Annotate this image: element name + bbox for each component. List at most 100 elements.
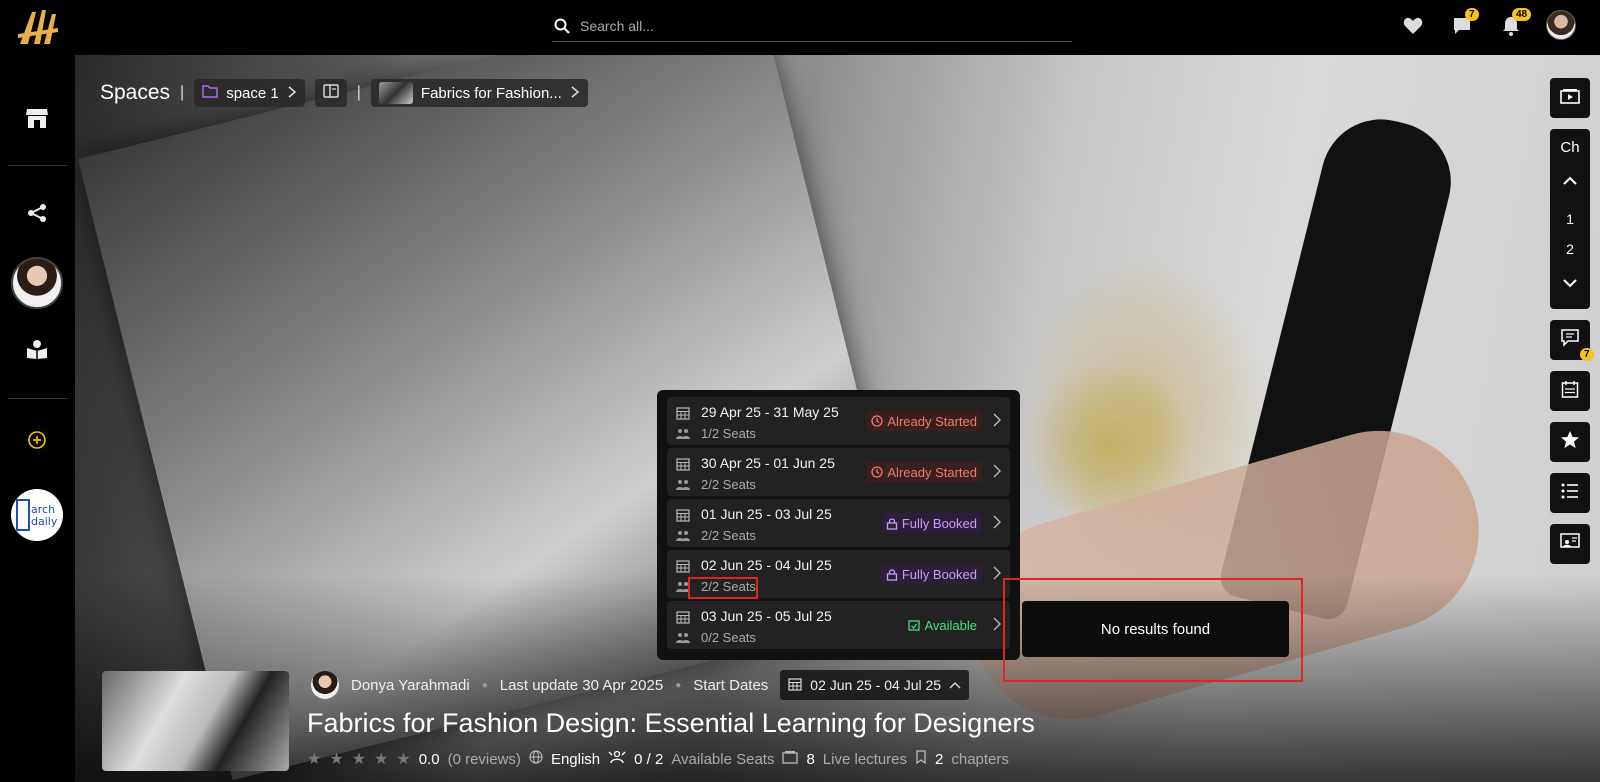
- rating-star-icon: ★: [307, 751, 322, 768]
- start-dates-dropdown: 29 Apr 25 - 31 May 25 1/2 Seats Already …: [657, 390, 1020, 660]
- clock-icon: [871, 415, 884, 427]
- chevron-right-icon: [990, 566, 1004, 580]
- breadcrumb-course-chip[interactable]: Fabrics for Fashion...: [370, 79, 588, 107]
- course-meta-row: Donya Yarahmadi ● Last update 30 Apr 202…: [311, 670, 970, 700]
- meta-separator: ●: [481, 679, 488, 691]
- list-view-button[interactable]: [1550, 473, 1590, 513]
- app-logo[interactable]: [14, 4, 62, 52]
- breadcrumb-separator: |: [356, 84, 361, 101]
- breadcrumb-panel-toggle[interactable]: [314, 79, 347, 107]
- chevron-down-icon[interactable]: [1562, 275, 1578, 291]
- chapter-item[interactable]: 2: [1550, 241, 1590, 257]
- folder-icon: [202, 84, 218, 102]
- notifications-badge: 48: [1512, 8, 1532, 21]
- seats-people-icon: [676, 427, 690, 439]
- calendar-button[interactable]: [1550, 371, 1590, 411]
- archdaily-space-logo[interactable]: arch daily: [11, 489, 63, 541]
- start-date-select[interactable]: 02 Jun 25 - 04 Jul 25: [780, 670, 970, 700]
- chat-button[interactable]: 7: [1550, 320, 1594, 361]
- date-range: 03 Jun 25 - 05 Jul 25: [701, 608, 832, 624]
- app-root: 7 48 archdaily Spaces |: [0, 0, 1600, 782]
- chapter-item[interactable]: 1: [1550, 211, 1590, 227]
- no-results-message: No results found: [1022, 601, 1289, 657]
- breadcrumb-spaces-link[interactable]: Spaces: [100, 81, 170, 105]
- status-badge: Already Started: [866, 462, 982, 482]
- author-avatar[interactable]: [311, 671, 339, 699]
- chevron-right-icon: [570, 85, 580, 102]
- calendar-icon: [1561, 380, 1579, 403]
- calendar-icon: [788, 677, 802, 694]
- chat-icon: [1561, 328, 1579, 352]
- last-update: Last update 30 Apr 2025: [499, 676, 664, 694]
- seats-people-icon: [676, 529, 690, 541]
- chat-badge: 7: [1580, 348, 1594, 361]
- sidebar-divider: [8, 165, 68, 166]
- seat-count: 0/2 Seats: [701, 630, 756, 645]
- breadcrumb-separator: |: [180, 84, 185, 101]
- breadcrumb-space-chip[interactable]: space 1: [194, 79, 305, 107]
- chevron-up-icon: [949, 677, 961, 693]
- rating-star-icon: ★: [374, 751, 389, 768]
- calendar-icon: [676, 406, 690, 420]
- chevron-right-icon: [990, 464, 1004, 478]
- reviews-count[interactable]: (0 reviews): [448, 751, 521, 768]
- rating-star-icon: ★: [351, 751, 367, 768]
- clock-icon: [871, 466, 884, 478]
- seat-count: 2/2 Seats: [701, 477, 756, 492]
- chapters-label: Ch: [1560, 139, 1580, 156]
- calendar-check-icon: [908, 620, 921, 631]
- seats-people-icon: [676, 631, 690, 643]
- panel-layout-icon: [323, 84, 339, 102]
- search-bar[interactable]: [552, 10, 1072, 42]
- status-label: Already Started: [887, 413, 977, 429]
- share-icon[interactable]: [24, 200, 50, 226]
- messages-badge: 7: [1465, 8, 1479, 21]
- start-date-option[interactable]: 30 Apr 25 - 01 Jun 25 2/2 Seats Already …: [667, 448, 1010, 496]
- favorite-star-button[interactable]: [1550, 422, 1590, 462]
- svg-text:daily: daily: [31, 515, 58, 528]
- seat-count: 1/2 Seats: [701, 426, 756, 441]
- date-range: 30 Apr 25 - 01 Jun 25: [701, 455, 835, 471]
- start-date-option[interactable]: 01 Jun 25 - 03 Jul 25 2/2 Seats Fully Bo…: [667, 499, 1010, 547]
- status-label: Already Started: [887, 464, 977, 480]
- favorites-heart-icon[interactable]: [1401, 14, 1425, 38]
- sidebar-user-avatar[interactable]: [11, 257, 63, 309]
- courses-book-icon[interactable]: [24, 336, 50, 362]
- start-dates-label: Start Dates: [693, 676, 769, 694]
- lectures-count: 8: [806, 750, 815, 768]
- breadcrumb-space-label: space 1: [226, 84, 279, 102]
- notifications-bell-icon[interactable]: 48: [1499, 8, 1532, 38]
- messages-icon[interactable]: 7: [1450, 8, 1479, 38]
- video-icon: [1560, 88, 1580, 109]
- calendar-icon: [676, 508, 690, 522]
- chapter-navigator: Ch 1 2: [1550, 129, 1590, 309]
- date-range: 29 Apr 25 - 31 May 25: [701, 404, 839, 420]
- store-icon[interactable]: [24, 105, 50, 131]
- start-date-option[interactable]: 03 Jun 25 - 05 Jul 25 0/2 Seats Availabl…: [667, 601, 1010, 649]
- rating-star-icon: ★: [329, 751, 344, 768]
- instructor-button[interactable]: [1550, 524, 1590, 564]
- chevron-right-icon: [287, 85, 297, 102]
- user-avatar[interactable]: [1546, 10, 1576, 40]
- bookmark-icon: [915, 750, 927, 768]
- chevron-up-icon[interactable]: [1562, 173, 1578, 189]
- meta-separator: ●: [675, 679, 682, 691]
- video-gallery-button[interactable]: [1550, 78, 1590, 118]
- add-space-plus-icon[interactable]: [24, 427, 50, 453]
- lock-icon: [886, 568, 897, 581]
- calendar-icon: [676, 610, 690, 624]
- chevron-right-icon: [990, 515, 1004, 529]
- course-thumbnail[interactable]: [102, 671, 289, 771]
- globe-icon: [529, 750, 543, 768]
- breadcrumb-course-label: Fabrics for Fashion...: [420, 84, 562, 102]
- lectures-icon: [782, 750, 799, 768]
- course-thumbnail-small: [378, 82, 413, 104]
- calendar-icon: [676, 457, 690, 471]
- list-icon: [1561, 483, 1579, 504]
- search-input[interactable]: [580, 17, 1060, 34]
- author-name[interactable]: Donya Yarahmadi: [351, 677, 470, 694]
- lectures-label: Live lectures: [822, 750, 908, 768]
- start-date-option[interactable]: 29 Apr 25 - 31 May 25 1/2 Seats Already …: [667, 397, 1010, 445]
- rating-star-icon: ★: [396, 751, 411, 768]
- seats-value: 0 / 2: [634, 750, 664, 768]
